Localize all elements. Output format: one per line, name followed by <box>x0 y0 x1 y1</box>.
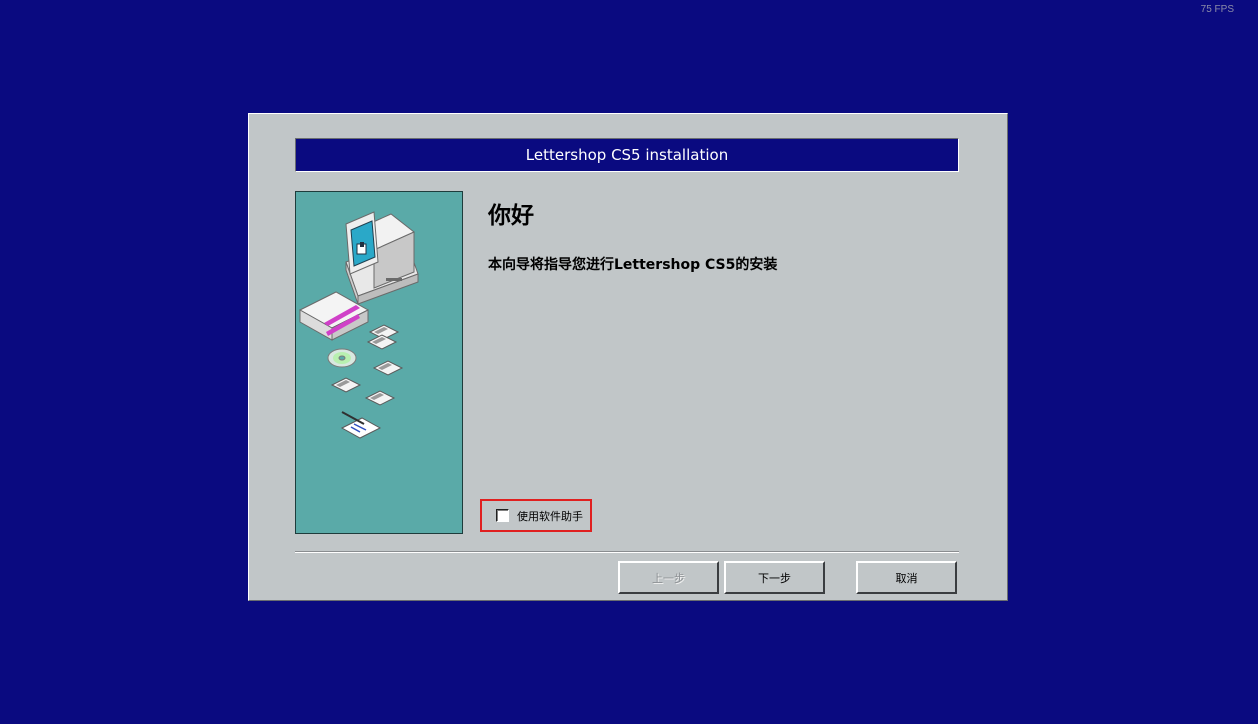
floppy-disk-icon <box>330 360 404 406</box>
dialog-title: Lettershop CS5 installation <box>525 146 729 164</box>
back-button-label: 上一步 <box>652 571 685 585</box>
cd-icon <box>327 348 357 368</box>
floppy-disk-icon <box>366 324 400 350</box>
fps-counter: 75 FPS <box>1200 4 1234 15</box>
setup-illustration-panel <box>295 191 463 534</box>
welcome-description: 本向导将指导您进行Lettershop CS5的安装 <box>488 257 778 273</box>
next-button-label: 下一步 <box>758 571 791 585</box>
dialog-title-bar: Lettershop CS5 installation <box>295 138 959 172</box>
software-assistant-checkbox[interactable] <box>496 509 509 522</box>
button-separator <box>295 551 959 553</box>
software-assistant-label: 使用软件助手 <box>517 509 583 523</box>
document-icon <box>340 411 382 439</box>
installer-dialog: Lettershop CS5 installation 你好 本向导将指导您进行… <box>248 113 1008 601</box>
computer-icon <box>345 211 419 305</box>
welcome-heading: 你好 <box>488 203 534 229</box>
next-button[interactable]: 下一步 <box>724 561 825 594</box>
back-button[interactable]: 上一步 <box>618 561 719 594</box>
software-assistant-option[interactable]: 使用软件助手 <box>480 499 592 532</box>
cancel-button[interactable]: 取消 <box>856 561 957 594</box>
cancel-button-label: 取消 <box>895 571 918 585</box>
